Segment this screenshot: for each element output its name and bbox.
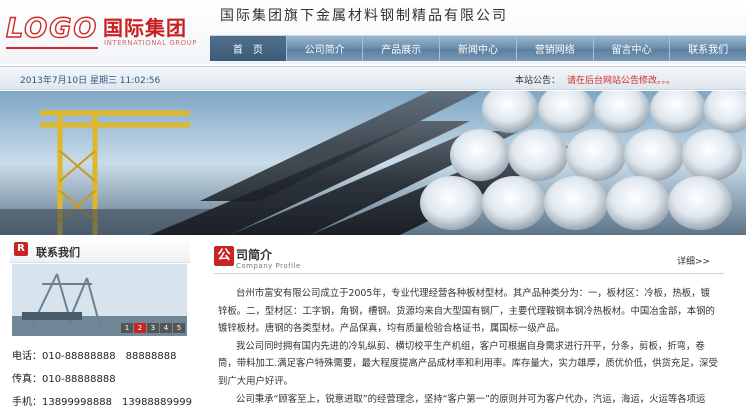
contact-fax: 传真：010-88888888 [12,374,116,385]
about-subtitle: Company Profile [236,262,301,270]
logo[interactable]: LOGO [5,12,98,44]
contact-title: 联系我们 [36,246,80,259]
about-paragraph: 台州市富安有限公司成立于2005年，专业代理经营各种板材型材。其产品种类分为：一… [218,288,715,335]
about-paragraph: 公司秉承“顾客至上，锐意进取”的经营理念，坚持“客户第一”的原则并可为客户代办，… [236,393,706,405]
about-title: 司简介 [236,248,273,262]
pager-5[interactable]: 5 [173,323,185,333]
pager-4[interactable]: 4 [160,323,172,333]
about-divider [214,273,724,274]
nav-item-network[interactable]: 营销网络 [517,36,594,61]
site-slogan: 国际集团旗下金属材料钢制精品有限公司 [220,8,508,24]
nav-item-messages[interactable]: 留言中心 [594,36,671,61]
pager-2[interactable]: 2 [134,323,146,333]
contact-section-header: R 联系我们 [10,237,190,263]
notice-text[interactable]: 请在后台网站公告修改。。。 [567,73,675,86]
notice-label: 本站公告： [515,76,561,86]
section-r-icon: R [14,242,28,256]
current-datetime: 2013年7月10日 星期三 11:02:56 [20,76,161,86]
contact-phone: 电话：010-88888888 88888888 [12,351,177,362]
contact-slideshow[interactable]: 1 2 3 4 5 [12,264,187,336]
nav-item-news[interactable]: 新闻中心 [440,36,517,61]
nav-item-contact[interactable]: 联系我们 [670,36,746,61]
banner-image [0,91,746,235]
nav-item-about[interactable]: 公司简介 [287,36,364,61]
page: LOGO 国际集团 INTERNATIONAL GROUP 国际集团旗下金属材料… [0,0,746,406]
about-section-icon: 公 [214,246,234,266]
nav-item-home[interactable]: 首 页 [210,36,287,61]
nav-item-products[interactable]: 产品展示 [363,36,441,61]
brand-name-en: INTERNATIONAL GROUP [104,39,197,47]
slideshow-pager: 1 2 3 4 5 [121,323,185,333]
logo-underline [6,47,98,49]
brand-name: 国际集团 [103,16,187,40]
about-body: 台州市富安有限公司成立于2005年，专业代理经营各种板材型材。其产品种类分为：一… [218,285,718,406]
pager-1[interactable]: 1 [121,323,133,333]
pager-3[interactable]: 3 [147,323,159,333]
info-bar: 2013年7月10日 星期三 11:02:56 本站公告： 请在后台网站公告修改… [0,66,746,90]
about-paragraph: 我公司同时拥有国内先进的冷轧纵剪、横切校平生产机组，客户可根据自身需求进行开平，… [218,340,718,387]
more-link[interactable]: 详细>> [677,254,710,267]
main-nav: 首 页 公司简介 产品展示 新闻中心 营销网络 留言中心 联系我们 [210,35,746,61]
steel-bars-illustration [0,91,746,235]
contact-mobile: 手机：13899998888 13988889999 [12,397,192,406]
